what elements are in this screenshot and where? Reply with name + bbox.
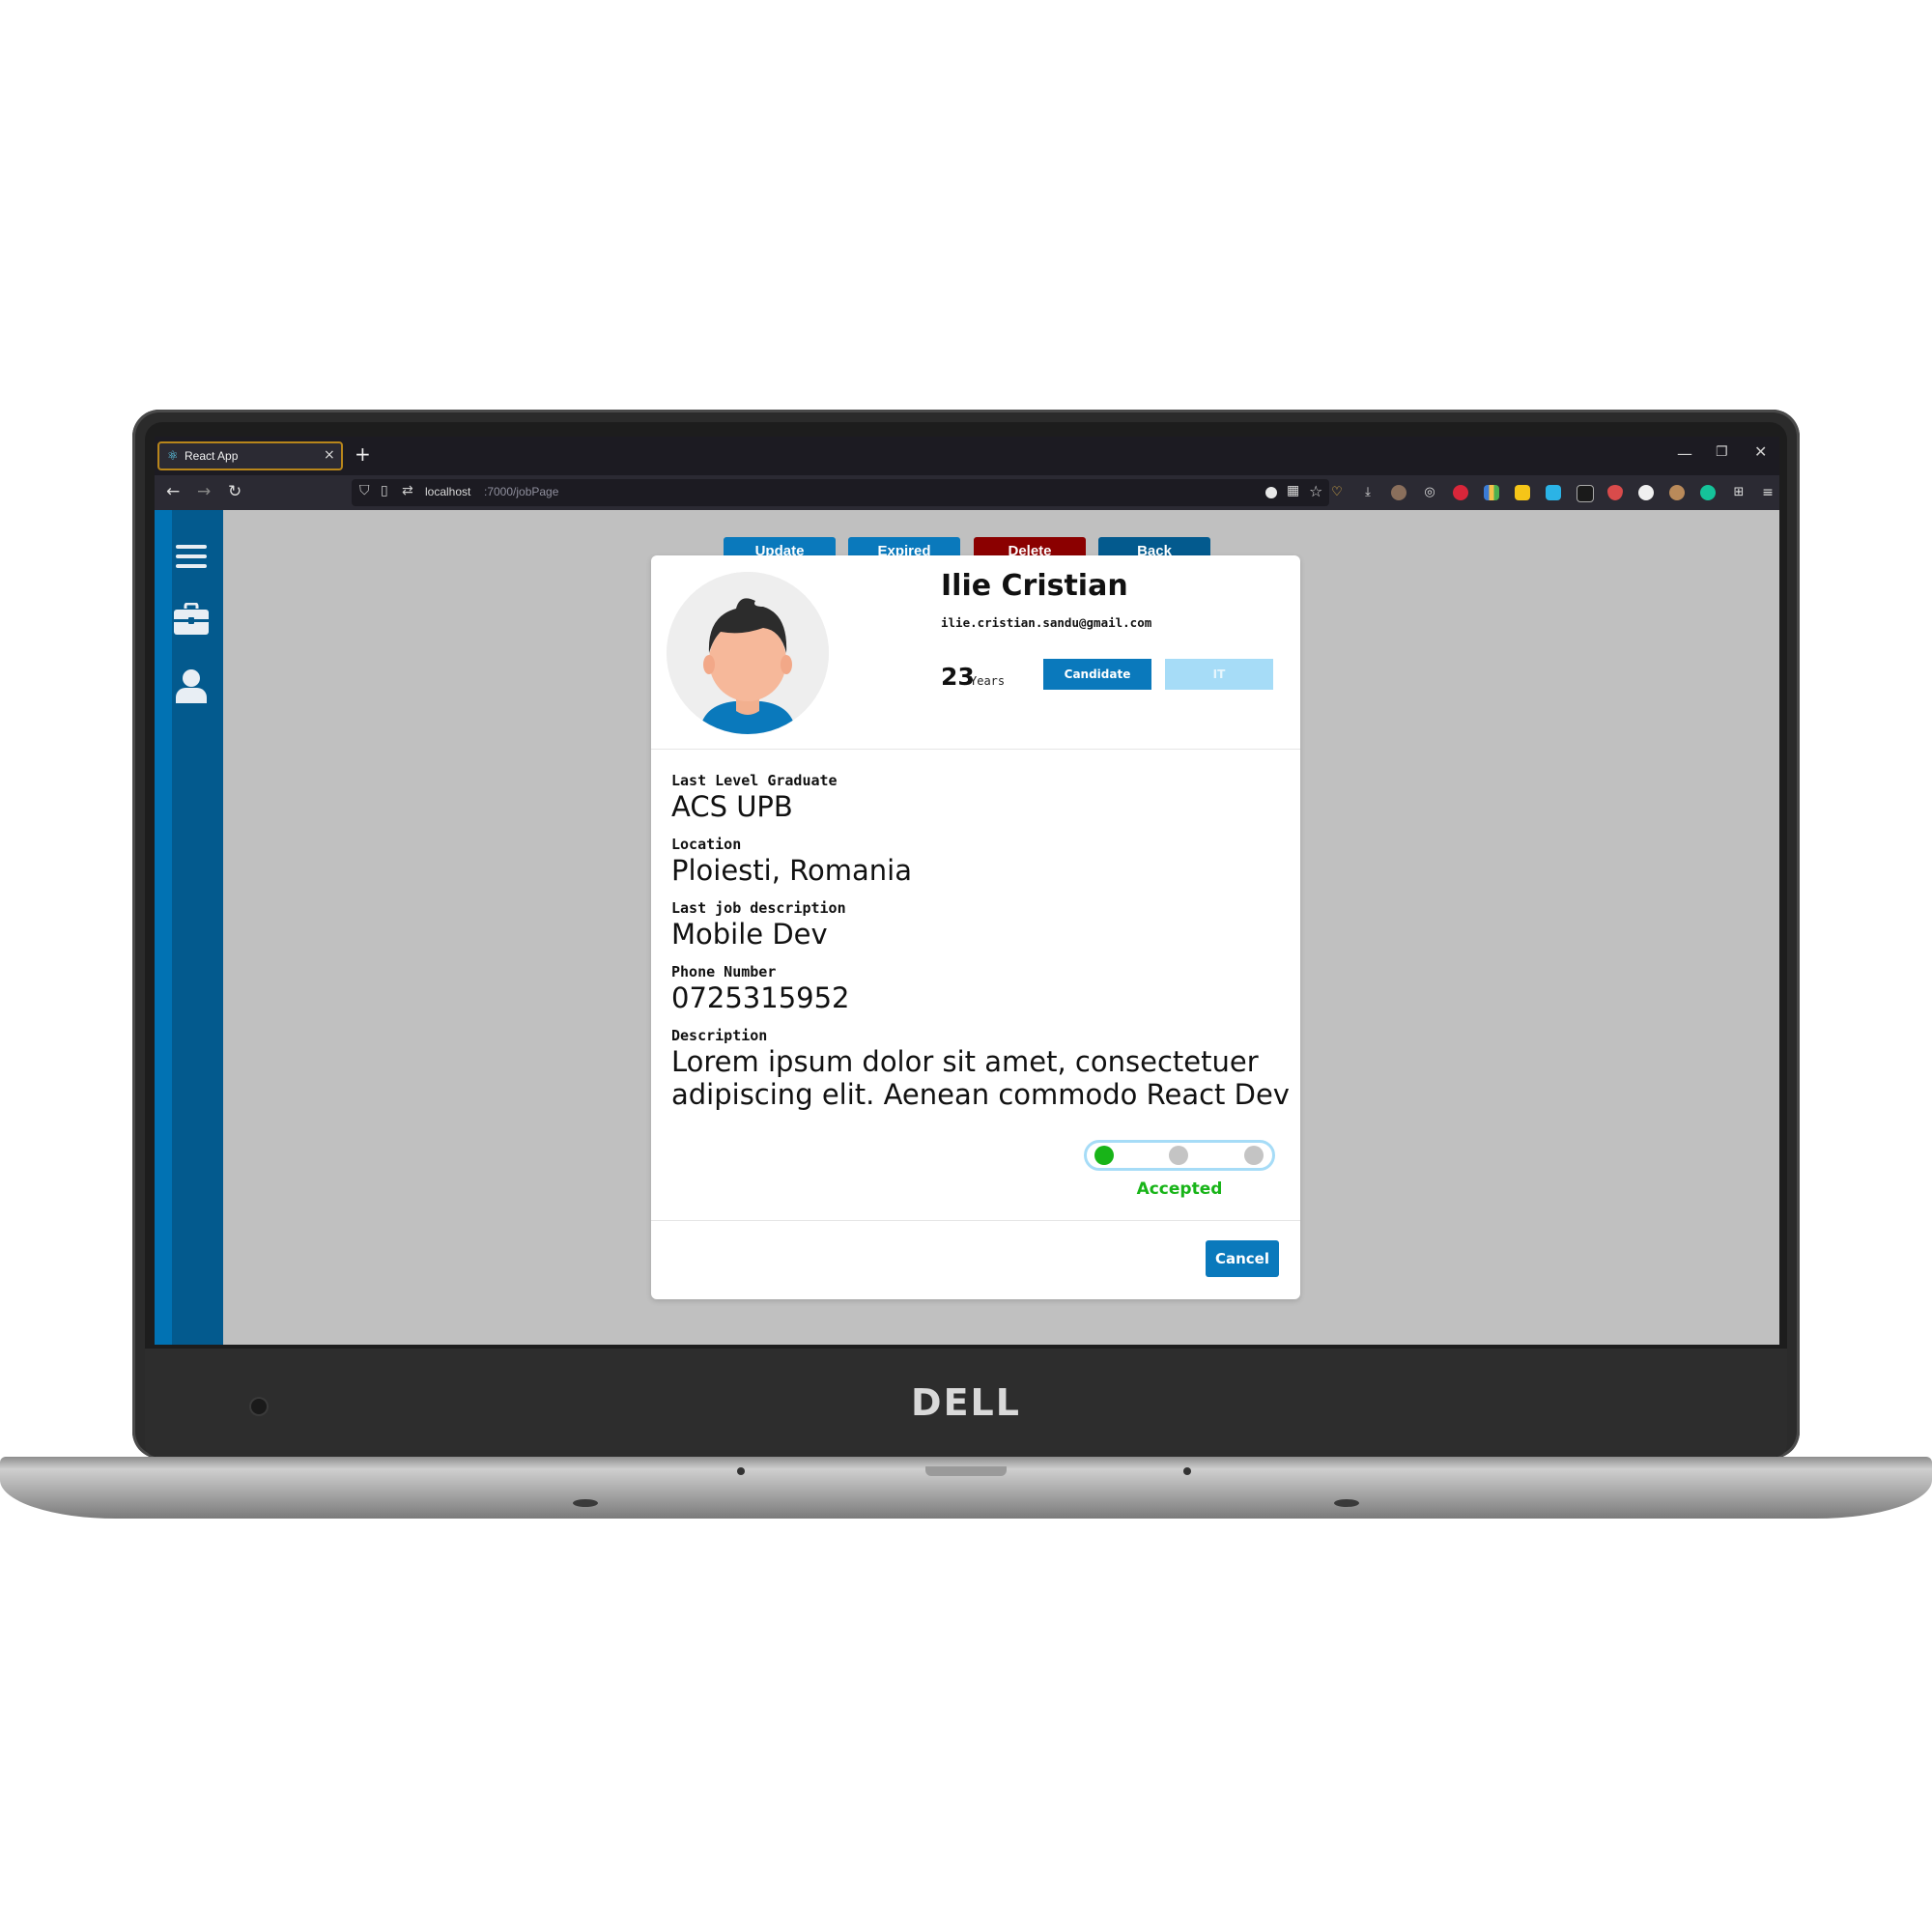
library-icon[interactable] bbox=[1484, 485, 1499, 500]
status-step-2[interactable] bbox=[1169, 1146, 1188, 1165]
terminal-extension-icon[interactable] bbox=[1577, 485, 1594, 502]
status-step-accepted[interactable] bbox=[1094, 1146, 1114, 1165]
last-job-value: Mobile Dev bbox=[671, 918, 828, 951]
new-tab-icon[interactable]: + bbox=[355, 443, 371, 465]
hamburger-menu-icon[interactable] bbox=[176, 543, 207, 574]
nav-toolbar: ← → ↻ ⛉ ▯ ⇄ localhost :7000/jobPage ▦ ☆ … bbox=[155, 475, 1779, 510]
extension-dot-icon[interactable] bbox=[1265, 487, 1277, 498]
divider bbox=[651, 749, 1300, 750]
phone-label: Phone Number bbox=[671, 963, 777, 980]
description-label: Description bbox=[671, 1027, 768, 1044]
status-stepper[interactable] bbox=[1084, 1140, 1275, 1171]
base-foot bbox=[1334, 1499, 1359, 1507]
laptop-hinge-notch bbox=[925, 1466, 1007, 1476]
tab-react-app[interactable]: ⚛ React App × bbox=[157, 441, 343, 470]
candidate-email: ilie.cristian.sandu@gmail.com bbox=[941, 615, 1152, 630]
url-host: localhost bbox=[425, 485, 471, 498]
department-badge[interactable]: IT bbox=[1165, 659, 1273, 690]
qr-code-icon[interactable]: ▦ bbox=[1287, 483, 1299, 498]
extensions-icon[interactable]: ⊞ bbox=[1731, 485, 1747, 500]
graduate-label: Last Level Graduate bbox=[671, 772, 838, 789]
monkey-extension-icon[interactable] bbox=[1669, 485, 1685, 500]
save-extension-icon[interactable] bbox=[1546, 485, 1561, 500]
notes-extension-icon[interactable] bbox=[1515, 485, 1530, 500]
permissions-icon[interactable]: ⇄ bbox=[402, 483, 413, 498]
url-path: :7000/jobPage bbox=[484, 485, 559, 498]
circle-extension-icon[interactable] bbox=[1638, 485, 1654, 500]
avatar-illustration bbox=[667, 572, 829, 734]
divider bbox=[651, 1220, 1300, 1221]
age-unit: Years bbox=[970, 674, 1006, 688]
brand-logo: DELL bbox=[911, 1381, 1021, 1424]
react-icon: ⚛ bbox=[167, 449, 179, 464]
forward-arrow-icon[interactable]: → bbox=[197, 482, 211, 501]
profile-extension-icon[interactable] bbox=[1391, 485, 1406, 500]
cookie-icon[interactable]: ◎ bbox=[1422, 485, 1437, 500]
tab-title: React App bbox=[185, 449, 239, 463]
phone-value: 0725315952 bbox=[671, 981, 850, 1014]
description-value: Lorem ipsum dolor sit amet, consectetuer… bbox=[671, 1045, 1290, 1111]
shield-extension-icon[interactable] bbox=[1607, 485, 1623, 500]
reload-icon[interactable]: ↻ bbox=[228, 482, 242, 501]
cancel-button[interactable]: Cancel bbox=[1206, 1240, 1279, 1277]
close-tab-icon[interactable]: × bbox=[324, 447, 335, 463]
bookmark-star-icon[interactable]: ☆ bbox=[1309, 482, 1322, 500]
adblock-icon[interactable] bbox=[1453, 485, 1468, 500]
back-arrow-icon[interactable]: ← bbox=[166, 482, 180, 501]
restore-icon[interactable]: ❐ bbox=[1716, 444, 1728, 460]
browser-window: ⚛ React App × + — ❐ ✕ ← → ↻ ⛉ ▯ ⇄ localh… bbox=[155, 437, 1779, 1345]
base-foot bbox=[573, 1499, 598, 1507]
status-step-3[interactable] bbox=[1244, 1146, 1264, 1165]
user-profile-icon[interactable] bbox=[176, 668, 207, 707]
base-dot bbox=[737, 1467, 745, 1475]
window-close-icon[interactable]: ✕ bbox=[1754, 442, 1767, 461]
minimize-icon[interactable]: — bbox=[1677, 444, 1692, 463]
pocket-icon[interactable]: ♡ bbox=[1329, 485, 1345, 500]
webcam bbox=[251, 1399, 267, 1414]
candidate-modal: Ilie Cristian ilie.cristian.sandu@gmail.… bbox=[651, 555, 1300, 1299]
status-label: Accepted bbox=[1136, 1179, 1223, 1199]
candidate-name: Ilie Cristian bbox=[941, 569, 1128, 603]
location-value: Ploiesti, Romania bbox=[671, 854, 912, 887]
grammarly-icon[interactable] bbox=[1700, 485, 1716, 500]
location-label: Location bbox=[671, 836, 742, 853]
sidebar bbox=[155, 510, 223, 1345]
briefcase-icon[interactable] bbox=[174, 602, 209, 639]
downloads-icon[interactable]: ⤓ bbox=[1360, 485, 1376, 500]
url-bar[interactable]: ⛉ ▯ ⇄ localhost :7000/jobPage ▦ ☆ bbox=[352, 479, 1329, 506]
last-job-label: Last job description bbox=[671, 899, 846, 917]
avatar bbox=[667, 572, 829, 734]
role-badge[interactable]: Candidate bbox=[1043, 659, 1151, 690]
graduate-value: ACS UPB bbox=[671, 790, 793, 823]
app-menu-icon[interactable]: ≡ bbox=[1760, 485, 1776, 500]
app-content: Update Expired Delete Back Ilie Cristian… bbox=[155, 510, 1779, 1345]
page-icon[interactable]: ▯ bbox=[381, 483, 388, 498]
base-dot bbox=[1183, 1467, 1191, 1475]
tab-strip: ⚛ React App × + — ❐ ✕ bbox=[155, 437, 1779, 475]
shield-icon[interactable]: ⛉ bbox=[359, 483, 370, 498]
